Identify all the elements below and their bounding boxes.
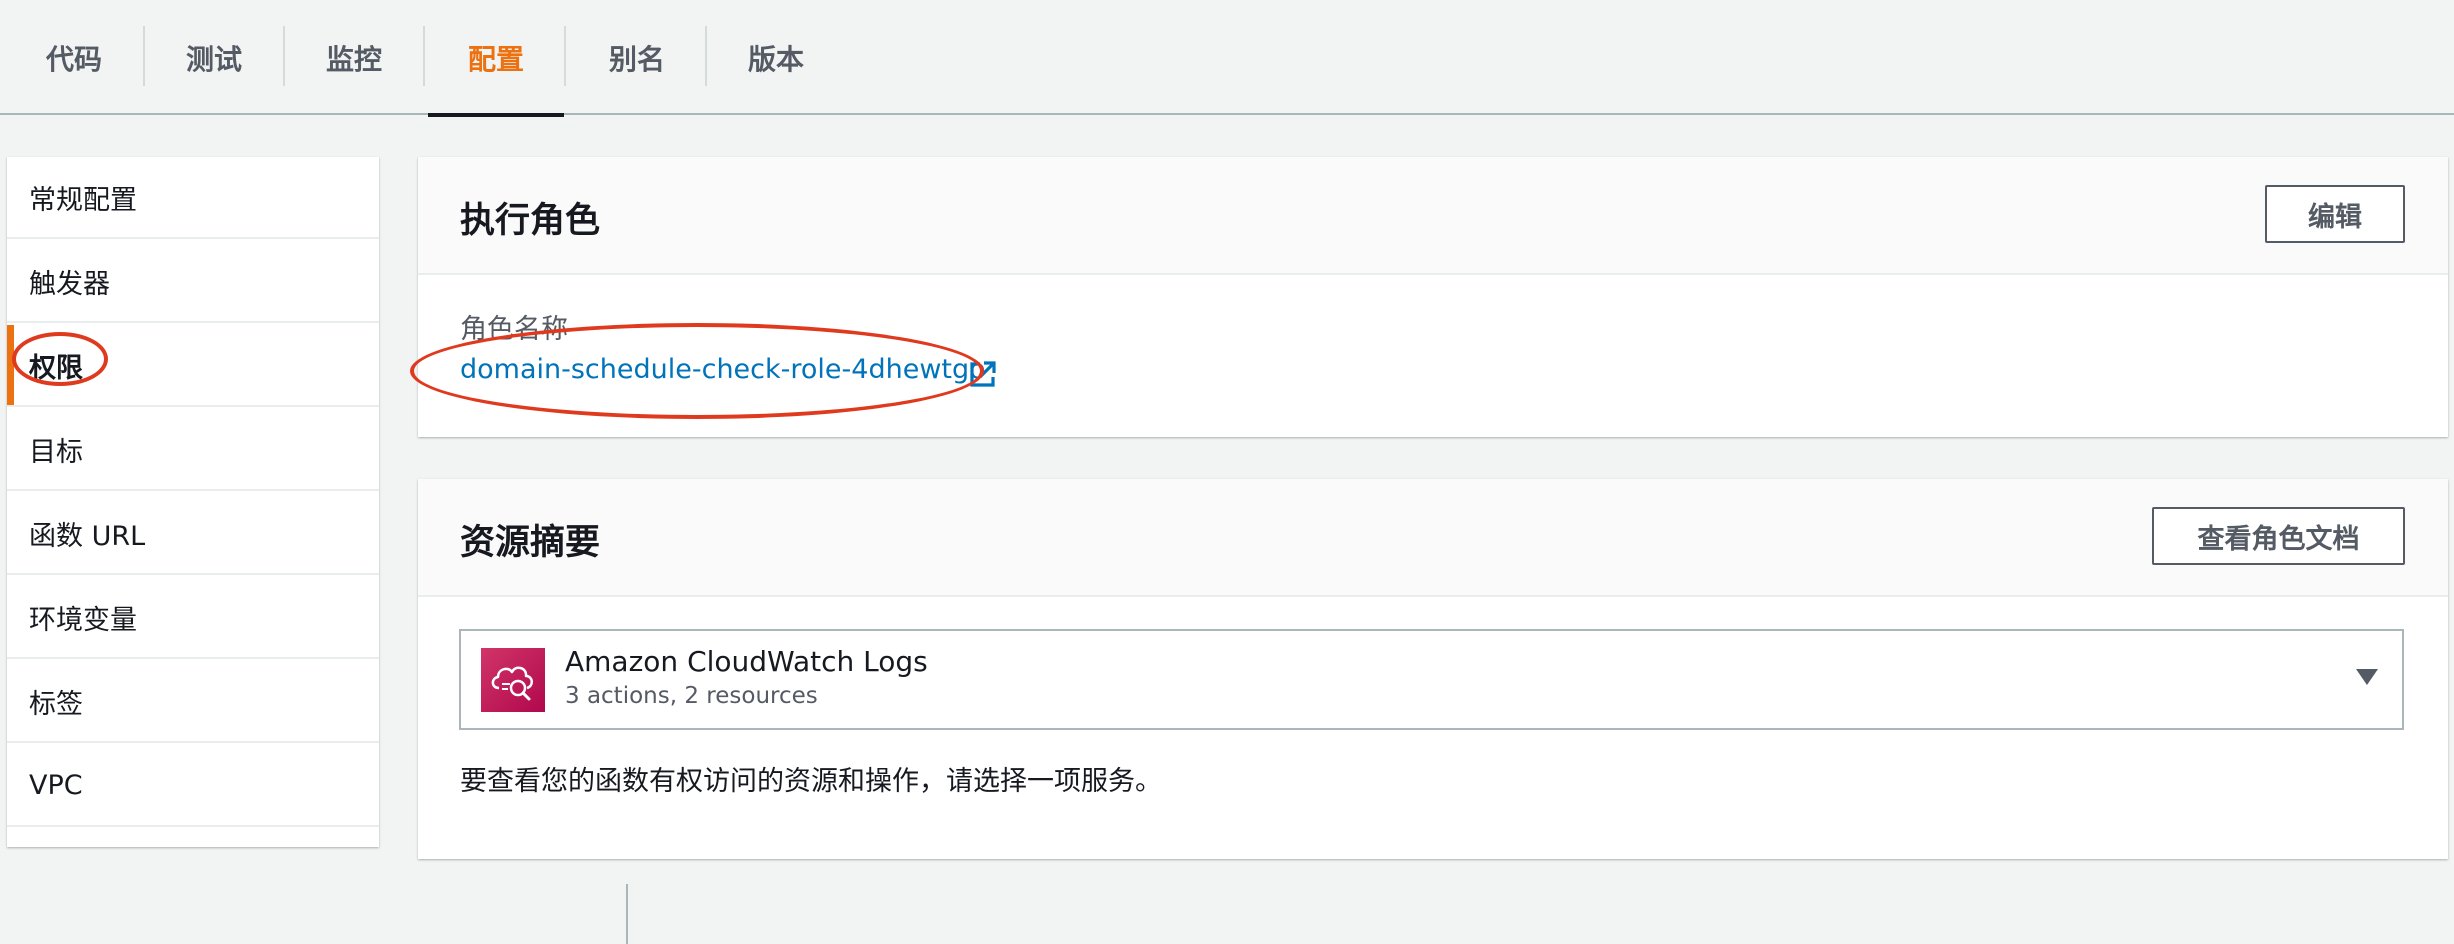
sidebar-item-triggers[interactable]: 触发器 xyxy=(7,241,379,323)
service-select-cloudwatch-logs[interactable]: Amazon CloudWatch Logs 3 actions, 2 reso… xyxy=(459,629,2404,730)
sidebar-item-permissions[interactable]: 权限 xyxy=(7,325,379,407)
role-name-label: 角色名称 xyxy=(460,314,568,345)
service-name: Amazon CloudWatch Logs xyxy=(565,645,928,678)
edit-button[interactable]: 编辑 xyxy=(2265,185,2405,243)
sidebar-item-function-url[interactable]: 函数 URL xyxy=(7,493,379,575)
sidebar-item-label: 权限 xyxy=(29,352,83,384)
sidebar-item-label: VPC xyxy=(29,769,83,801)
tab-code[interactable]: 代码 xyxy=(18,0,130,115)
config-side-nav: 常规配置 触发器 权限 目标 函数 URL 环境变量 标签 VPC xyxy=(7,157,379,847)
sidebar-item-label: 函数 URL xyxy=(29,520,146,552)
chevron-down-icon[interactable] xyxy=(2356,669,2378,685)
cloudwatch-logs-icon xyxy=(481,648,545,712)
view-role-docs-button[interactable]: 查看角色文档 xyxy=(2152,507,2405,565)
role-name-link[interactable]: domain-schedule-check-role-4dhewtgo xyxy=(460,354,986,385)
execution-role-title: 执行角色 xyxy=(460,201,601,241)
external-link-icon[interactable] xyxy=(967,358,999,390)
sidebar-item-destinations[interactable]: 目标 xyxy=(7,409,379,491)
resource-summary-title: 资源摘要 xyxy=(460,523,601,563)
panel-header: 执行角色 编辑 xyxy=(418,157,2448,275)
tab-divider xyxy=(705,26,707,86)
resource-summary-panel: 资源摘要 查看角色文档 Amazon CloudWatch Logs 3 act… xyxy=(418,479,2448,944)
panel-header: 资源摘要 查看角色文档 xyxy=(418,479,2448,597)
sidebar-item-environment-variables[interactable]: 环境变量 xyxy=(7,577,379,659)
tab-divider xyxy=(143,26,145,86)
tab-configuration[interactable]: 配置 xyxy=(428,0,564,117)
sidebar-item-label: 标签 xyxy=(29,688,83,720)
tab-divider xyxy=(564,26,566,86)
tab-divider xyxy=(423,26,425,86)
service-meta: 3 actions, 2 resources xyxy=(565,683,818,709)
sidebar-item-vpc[interactable]: VPC xyxy=(7,745,379,827)
tab-versions[interactable]: 版本 xyxy=(718,0,834,115)
sidebar-item-tags[interactable]: 标签 xyxy=(7,661,379,743)
tab-aliases[interactable]: 别名 xyxy=(578,0,696,115)
sidebar-item-label: 目标 xyxy=(29,436,83,468)
tab-test[interactable]: 测试 xyxy=(158,0,270,115)
tab-monitor[interactable]: 监控 xyxy=(298,0,410,115)
config-tabs: 代码 测试 监控 配置 别名 版本 xyxy=(0,0,2454,117)
sidebar-item-label: 环境变量 xyxy=(29,604,137,636)
service-hint-text: 要查看您的函数有权访问的资源和操作，请选择一项服务。 xyxy=(460,766,1162,797)
divider xyxy=(626,884,628,944)
sidebar-item-general-config[interactable]: 常规配置 xyxy=(7,157,379,239)
sidebar-item-label: 触发器 xyxy=(29,268,110,300)
tab-divider xyxy=(283,26,285,86)
sidebar-item-label: 常规配置 xyxy=(29,184,137,216)
execution-role-panel: 执行角色 编辑 角色名称 domain-schedule-check-role-… xyxy=(418,157,2448,437)
